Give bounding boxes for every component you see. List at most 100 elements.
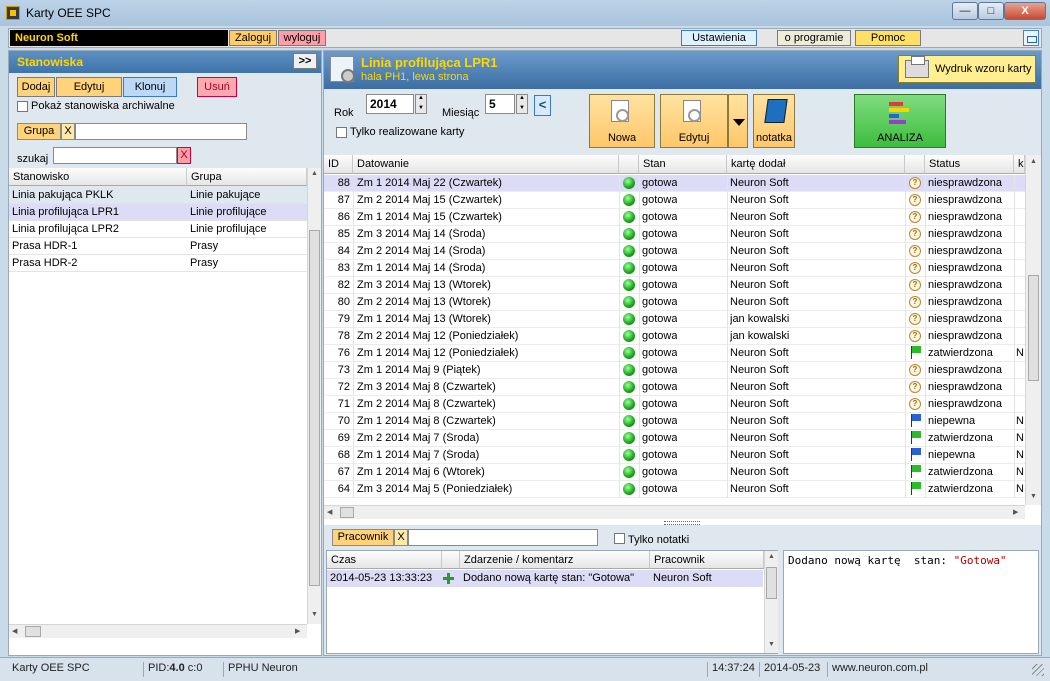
- card-row[interactable]: 68 Zm 1 2014 Maj 7 (Środa) gotowa Neuron So…: [324, 447, 1025, 464]
- workstation-row[interactable]: Linia profilująca LPR2 Linie profilujące: [9, 221, 307, 238]
- card-k: N: [1016, 347, 1024, 359]
- card-date: Zm 3 2014 Maj 5 (Poniedziałek): [357, 483, 513, 495]
- worker-filter-label[interactable]: Pracownik: [332, 529, 394, 546]
- workstation-group: Linie profilujące: [190, 206, 267, 218]
- cards-vertical-scrollbar[interactable]: ▲ ▼: [1025, 155, 1041, 505]
- workstation-row[interactable]: Prasa HDR-2 Prasy: [9, 255, 307, 272]
- help-button[interactable]: Pomoc: [855, 30, 921, 46]
- group-filter-input[interactable]: [75, 123, 247, 140]
- workstation-row[interactable]: Linia pakująca PKLK Linie pakujące: [9, 187, 307, 204]
- group-filter-clear-button[interactable]: X: [61, 123, 75, 140]
- column-header-status[interactable]: Status: [925, 155, 1014, 174]
- card-row[interactable]: 70 Zm 1 2014 Maj 8 (Czwartek) gotowa Neuron…: [324, 413, 1025, 430]
- card-row[interactable]: 82 Zm 3 2014 Maj 13 (Wtorek) gotowa Neuron …: [324, 277, 1025, 294]
- workstation-row[interactable]: Prasa HDR-1 Prasy: [9, 238, 307, 255]
- history-detail-text[interactable]: Dodano nową kartę stan: "Gotowa": [783, 550, 1039, 654]
- note-button[interactable]: notatka: [753, 94, 795, 148]
- only-notes-checkbox[interactable]: [614, 533, 625, 544]
- month-spinner[interactable]: [516, 94, 528, 114]
- delete-workstation-button[interactable]: Usuń: [197, 77, 237, 97]
- analysis-button[interactable]: ANALIZA: [854, 94, 946, 148]
- workstations-vertical-scrollbar[interactable]: ▲ ▼: [307, 168, 321, 624]
- print-template-button[interactable]: Wydruk wzoru karty: [898, 55, 1036, 83]
- resize-grip[interactable]: [1032, 664, 1044, 676]
- card-author: Neuron Soft: [730, 449, 789, 461]
- year-input[interactable]: 2014: [366, 94, 414, 114]
- search-clear-button[interactable]: X: [177, 147, 191, 164]
- card-row[interactable]: 78 Zm 2 2014 Maj 12 (Poniedziałek) gotowa j…: [324, 328, 1025, 345]
- group-filter-label[interactable]: Grupa: [17, 123, 61, 140]
- new-card-button[interactable]: Nowa: [589, 94, 655, 148]
- expand-panel-button[interactable]: >>: [293, 53, 317, 69]
- card-row[interactable]: 72 Zm 3 2014 Maj 8 (Czwartek) gotowa Neuron…: [324, 379, 1025, 396]
- user-toolbar: Neuron Soft Zaloguj wyloguj Ustawienia o…: [8, 28, 1042, 48]
- scroll-thumb[interactable]: [25, 626, 41, 637]
- column-header-date[interactable]: Datowanie: [353, 155, 619, 174]
- month-input[interactable]: 5: [485, 94, 515, 114]
- year-spinner[interactable]: [415, 94, 427, 114]
- edit-dropdown-button[interactable]: [728, 94, 748, 148]
- worker-filter-input[interactable]: [408, 529, 598, 546]
- maximize-button[interactable]: □: [978, 2, 1004, 20]
- card-row[interactable]: 80 Zm 2 2014 Maj 13 (Wtorek) gotowa Neuron …: [324, 294, 1025, 311]
- show-archived-checkbox[interactable]: [17, 101, 28, 112]
- column-header-group[interactable]: Grupa: [187, 168, 307, 186]
- cards-horizontal-scrollbar[interactable]: ◀ ▶: [324, 505, 1025, 519]
- card-row[interactable]: 86 Zm 1 2014 Maj 15 (Czwartek) gotowa Neuro…: [324, 209, 1025, 226]
- previous-month-button[interactable]: <: [534, 95, 551, 116]
- card-row[interactable]: 69 Zm 2 2014 Maj 7 (Środa) gotowa Neuron So…: [324, 430, 1025, 447]
- window-layout-icon[interactable]: [1023, 30, 1039, 46]
- scroll-thumb[interactable]: [766, 567, 777, 599]
- card-state: gotowa: [642, 364, 678, 376]
- minimize-button[interactable]: —: [952, 2, 978, 20]
- column-header-state[interactable]: Stan: [639, 155, 727, 174]
- card-row[interactable]: 87 Zm 2 2014 Maj 15 (Czwartek) gotowa Neuro…: [324, 192, 1025, 209]
- search-label: szukaj: [17, 153, 49, 165]
- card-row[interactable]: 79 Zm 1 2014 Maj 13 (Wtorek) gotowa jan kow…: [324, 311, 1025, 328]
- column-header-k[interactable]: k: [1014, 155, 1025, 174]
- card-row[interactable]: 71 Zm 2 2014 Maj 8 (Czwartek) gotowa Neuron…: [324, 396, 1025, 413]
- card-row[interactable]: 83 Zm 1 2014 Maj 14 (Środa) gotowa Neuron S…: [324, 260, 1025, 277]
- card-row[interactable]: 85 Zm 3 2014 Maj 14 (Środa) gotowa Neuron S…: [324, 226, 1025, 243]
- column-header-icon[interactable]: [442, 551, 460, 569]
- card-state: gotowa: [642, 415, 678, 427]
- search-input[interactable]: [53, 147, 177, 164]
- history-row[interactable]: 2014-05-23 13:33:23 Dodano nową kartę st…: [327, 570, 763, 587]
- login-button[interactable]: Zaloguj: [229, 30, 277, 46]
- card-row[interactable]: 76 Zm 1 2014 Maj 12 (Poniedziałek) gotowa N…: [324, 345, 1025, 362]
- column-header-worker[interactable]: Pracownik: [650, 551, 764, 569]
- about-button[interactable]: o programie: [777, 30, 851, 46]
- card-row[interactable]: 88 Zm 1 2014 Maj 22 (Czwartek) gotowa Neuro…: [324, 175, 1025, 192]
- column-header-state-icon[interactable]: [619, 155, 639, 174]
- scroll-thumb[interactable]: [1028, 275, 1039, 381]
- clone-workstation-button[interactable]: Klonuj: [123, 77, 177, 97]
- card-row[interactable]: 64 Zm 3 2014 Maj 5 (Poniedziałek) gotowa Ne…: [324, 481, 1025, 498]
- card-author: Neuron Soft: [730, 245, 789, 257]
- logout-button[interactable]: wyloguj: [278, 30, 326, 46]
- close-button[interactable]: X: [1004, 2, 1046, 20]
- column-header-time[interactable]: Czas: [327, 551, 442, 569]
- only-realized-checkbox[interactable]: [336, 127, 347, 138]
- workstation-row[interactable]: Linia profilująca LPR1 Linie profilujące: [9, 204, 307, 221]
- column-header-workstation[interactable]: Stanowisko: [9, 168, 187, 186]
- settings-button[interactable]: Ustawienia: [681, 30, 757, 46]
- card-status: niesprawdzona: [928, 245, 1002, 257]
- add-workstation-button[interactable]: Dodaj: [17, 77, 55, 97]
- card-row[interactable]: 73 Zm 1 2014 Maj 9 (Piątek) gotowa Neuron S…: [324, 362, 1025, 379]
- card-row[interactable]: 67 Zm 1 2014 Maj 6 (Wtorek) gotowa Neuron S…: [324, 464, 1025, 481]
- column-header-id[interactable]: ID: [324, 155, 353, 174]
- column-header-event[interactable]: Zdarzenie / komentarz: [460, 551, 650, 569]
- app-icon: [6, 6, 20, 20]
- column-header-status-icon[interactable]: [905, 155, 925, 174]
- column-header-author[interactable]: kartę dodał: [727, 155, 905, 174]
- edit-workstation-button[interactable]: Edytuj: [56, 77, 122, 97]
- title-bar[interactable]: Karty OEE SPC — □ X: [0, 0, 1050, 26]
- history-vertical-scrollbar[interactable]: ▲ ▼: [764, 551, 778, 653]
- edit-card-button[interactable]: Edytuj: [660, 94, 728, 148]
- worker-filter-clear-button[interactable]: X: [394, 529, 408, 546]
- workstations-horizontal-scrollbar[interactable]: ◀ ▶: [9, 624, 307, 638]
- scroll-thumb[interactable]: [340, 507, 354, 518]
- detail-text: Dodano nową kartę stan:: [788, 554, 954, 567]
- scroll-thumb[interactable]: [309, 230, 320, 586]
- card-row[interactable]: 84 Zm 2 2014 Maj 14 (Środa) gotowa Neuron S…: [324, 243, 1025, 260]
